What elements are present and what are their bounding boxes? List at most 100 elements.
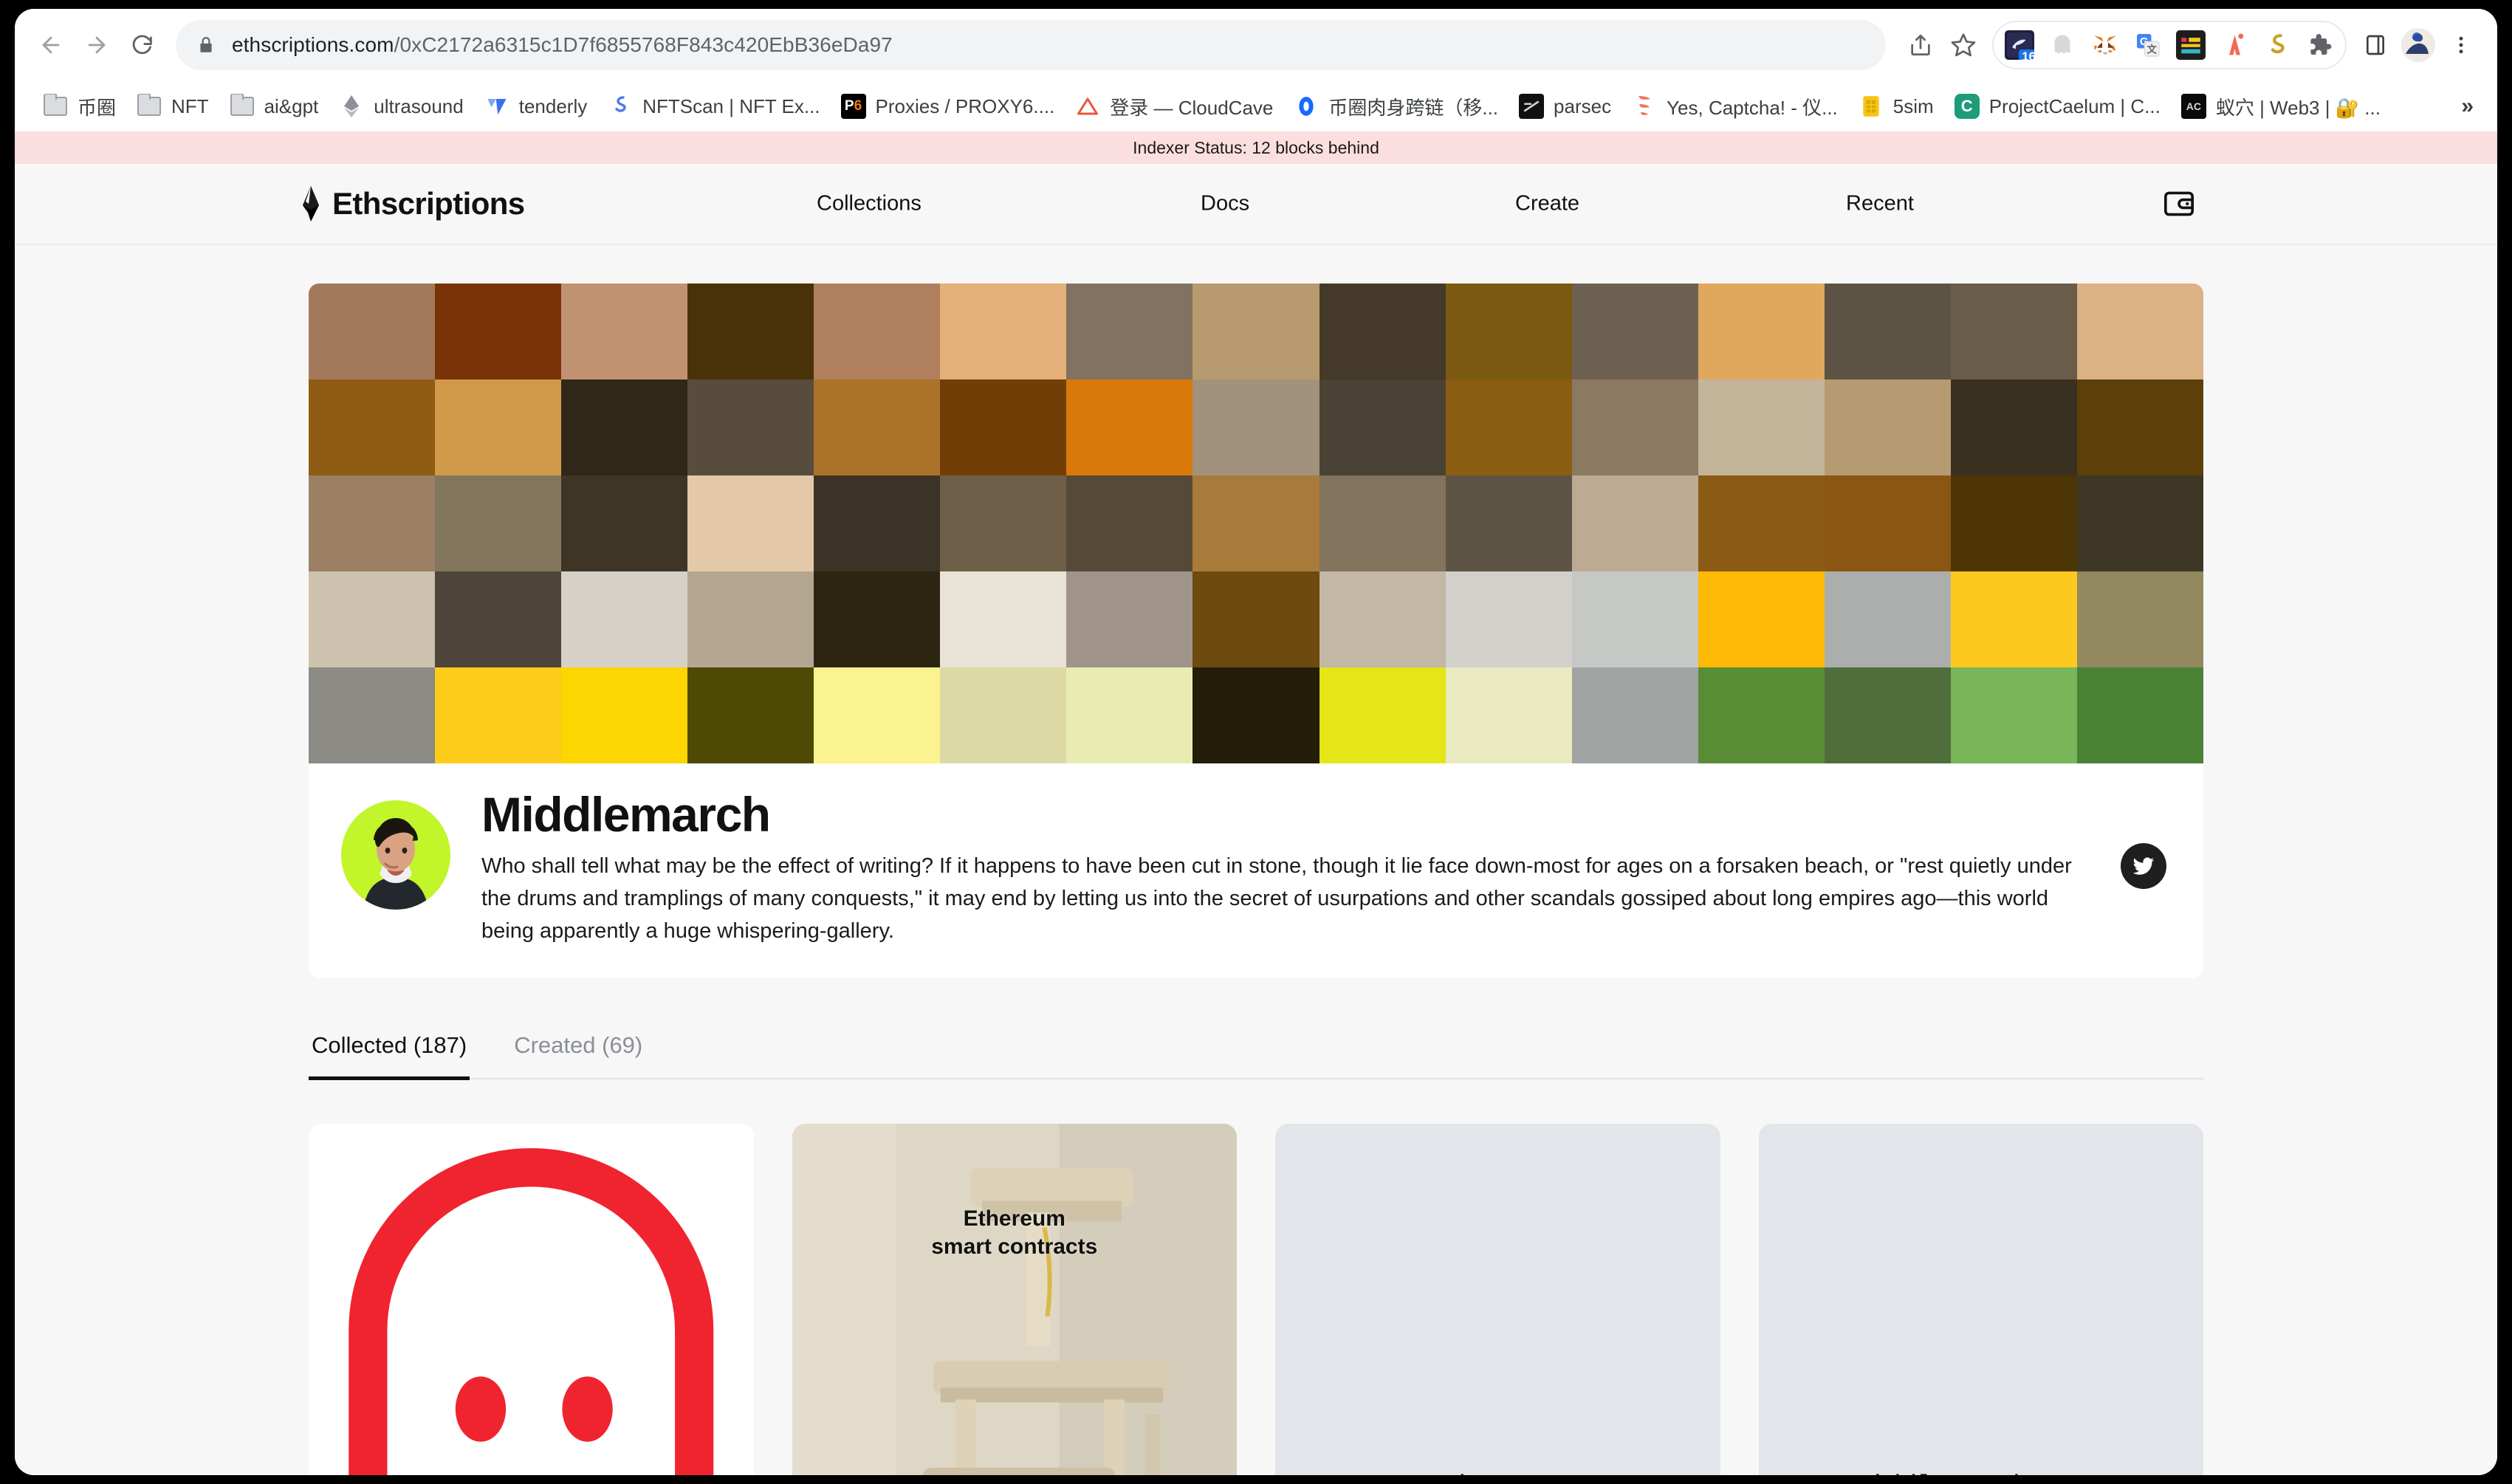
tab-created[interactable]: Created (69) [511,1023,645,1078]
banner-tile [814,284,941,379]
keyboard-tool-extension-icon[interactable] [2169,24,2212,66]
rabby-wallet-extension-icon[interactable]: 16 [1998,24,2041,66]
bookmark-folder-2[interactable]: ai&gpt [219,87,329,126]
google-translate-extension-icon[interactable]: G文 [2127,24,2169,66]
bookmark-cloudcave[interactable]: 登录 — CloudCave [1065,87,1283,126]
banner-tile [1319,284,1446,379]
folder-icon [137,94,162,119]
banner-tile [1824,475,1951,571]
profile-card: Middlemarch Who shall tell what may be t… [309,763,2203,978]
side-panel-icon[interactable] [2354,24,2397,66]
bookmark-ultrasound[interactable]: ultrasound [329,87,473,126]
banner-tile [435,667,562,763]
banner-tile [1698,571,1825,667]
bookmark-label: 蚁穴 | Web3 | 🔐 ... [2215,96,2381,119]
banner-tile [309,571,436,667]
star-icon[interactable] [1942,24,1985,66]
phantom-wallet-extension-icon[interactable] [2041,24,2084,66]
url-path: /0xC2172a6315c1D7f6855768F843c420EbB36eD… [394,33,893,56]
back-arrow-icon[interactable] [28,22,74,68]
banner-tile [1698,284,1825,379]
banner-tile [1824,379,1951,475]
ethscriptions-grid: Ethereum smart contracts data:. middlema… [309,1124,2203,1475]
caelum-c-icon: C [1954,94,1980,119]
profile-avatar[interactable] [2397,24,2440,66]
bookmark-folder-1[interactable]: NFT [126,87,219,126]
ethscription-card-data[interactable]: data:. [1275,1124,1720,1475]
eth-diamond-icon [339,94,364,119]
banner-tile [1066,475,1193,571]
yescaptcha-icon [1632,94,1657,119]
banner-tile [1698,379,1825,475]
banner-tile [814,379,941,475]
bookmarks-bar: 币圈 NFT ai&gpt ultrasound tenderly NFTSca… [15,81,2497,131]
address-bar[interactable]: ethscriptions.com/0xC2172a6315c1D7f68557… [176,20,1886,70]
red-ghost-face-icon [309,1124,754,1475]
extension-badge-count: 16 [2019,49,2034,60]
bookmarks-overflow-button[interactable]: » [2445,94,2490,119]
page-title: Middlemarch [481,787,771,842]
banner-tile [1950,475,2077,571]
tab-collected[interactable]: Collected (187) [309,1023,470,1080]
banner-tile [940,284,1067,379]
bookmark-parsec[interactable]: parsec [1509,87,1622,126]
bookmark-antcave[interactable]: AC 蚁穴 | Web3 | 🔐 ... [2171,87,2391,126]
banner-tile [1698,667,1825,763]
banner-tile [940,667,1067,763]
bookmark-5sim[interactable]: 5sim [1848,87,1944,126]
proxy6-icon: P6 [840,94,866,119]
cat-tree-photo [792,1124,1237,1475]
lock-icon [196,35,216,55]
nav-link-collections[interactable]: Collections [817,192,922,216]
banner-tile [2076,571,2203,667]
banner-tile [309,667,436,763]
banner-tile [2076,284,2203,379]
card-caption: middlemarch.tree [1759,1471,2204,1475]
banner-tile [1698,475,1825,571]
bookmark-tenderly[interactable]: tenderly [474,87,598,126]
solflare-extension-icon[interactable] [2255,24,2298,66]
banner-tile [561,284,688,379]
banner-tile [1571,475,1698,571]
card-caption: Ethereum smart contracts [792,1205,1238,1260]
bookmark-yescaptcha[interactable]: Yes, Captcha! - 仪... [1622,87,1848,126]
banner-tile [1192,667,1320,763]
nav-link-docs[interactable]: Docs [1201,192,1249,216]
bookmark-label: Yes, Captcha! - 仪... [1667,96,1838,119]
parsec-icon [1519,94,1545,119]
bookmark-proxy6[interactable]: P6 Proxies / PROXY6.... [831,87,1065,126]
banner-tile [561,667,688,763]
banner-tile [309,379,436,475]
bookmark-label: ai&gpt [264,95,319,117]
address-bar-url: ethscriptions.com/0xC2172a6315c1D7f68557… [232,33,893,57]
bookmark-crosschain[interactable]: 币圈肉身跨链（移... [1283,87,1509,126]
adspower-extension-icon[interactable] [2212,24,2255,66]
banner-tile [1950,667,2077,763]
nav-link-create[interactable]: Create [1515,192,1579,216]
banner-tile [1066,667,1193,763]
twitter-icon[interactable] [2121,843,2166,889]
ethscription-card-tree[interactable]: middlemarch.tree [1758,1124,2204,1475]
page-viewport: Indexer Status: 12 blocks behind Ethscri… [15,131,2497,1475]
bookmark-folder-0[interactable]: 币圈 [32,87,126,126]
banner-tile [1571,667,1698,763]
three-dot-menu-icon[interactable] [2440,24,2482,66]
banner-tile [435,571,562,667]
ethscription-card-cattree[interactable]: Ethereum smart contracts [792,1124,1238,1475]
wallet-icon[interactable] [2162,187,2196,221]
share-icon[interactable] [1899,24,1942,66]
ethscriptions-diamond-logo [298,186,323,221]
reload-icon[interactable] [120,22,165,68]
profile-body: Middlemarch Who shall tell what may be t… [450,787,2171,948]
banner-tile [1950,284,2077,379]
bookmark-projectcaelum[interactable]: C ProjectCaelum | C... [1944,87,2171,126]
bookmark-nftscan[interactable]: NFTScan | NFT Ex... [597,87,830,126]
extensions-puzzle-icon[interactable] [2298,24,2341,66]
nftscan-s-icon [608,94,633,119]
metamask-extension-icon[interactable] [2084,24,2127,66]
forward-arrow-icon[interactable] [74,22,120,68]
banner-tile [1192,571,1320,667]
site-logo[interactable]: Ethscriptions [298,186,525,221]
nav-link-recent[interactable]: Recent [1846,192,1914,216]
ethscription-card-ghost[interactable] [309,1124,754,1475]
